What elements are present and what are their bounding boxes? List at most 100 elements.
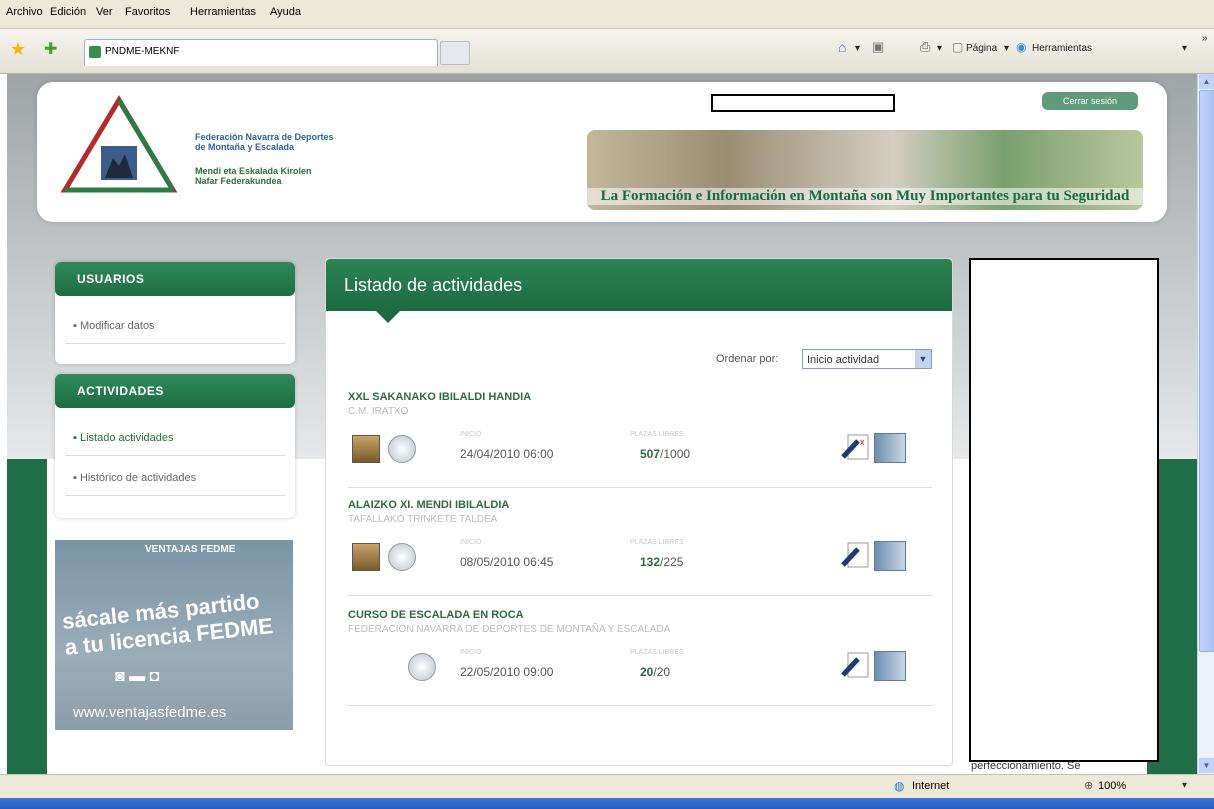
activity-title[interactable]: ALAIZKO XI. MENDI IBILALDIA — [348, 499, 509, 511]
feeds-icon[interactable]: ▣ — [872, 39, 884, 55]
menu-ver[interactable]: Ver — [96, 6, 113, 18]
status-bar: ◍ Internet ⊕ 100% ▾ — [0, 774, 1214, 799]
menu-ayuda[interactable]: Ayuda — [270, 6, 301, 18]
total-places: /20 — [653, 665, 671, 679]
activity-start-date: 22/05/2010 09:00 — [460, 665, 554, 679]
sidebar-item-label: Modificar datos — [79, 320, 155, 332]
chevron-down-icon[interactable]: ▼ — [915, 350, 931, 368]
sidebar-item-label: Histórico de actividades — [79, 472, 197, 484]
free-places: 132/225 — [640, 555, 683, 569]
total-places: /225 — [660, 555, 684, 569]
scroll-up-icon[interactable]: ▲ — [1199, 74, 1214, 89]
tools-icon: ◉ — [1016, 40, 1027, 54]
home-dropdown-icon[interactable]: ▾ — [855, 43, 860, 54]
print-dropdown-icon[interactable]: ▾ — [937, 43, 942, 54]
sort-label: Ordenar por: — [716, 353, 779, 365]
activities-panel-title: ACTIVIDADES — [55, 374, 295, 408]
activity-row: ALAIZKO XI. MENDI IBILALDIA TAFALLAKO TR… — [348, 499, 932, 596]
menu-archivo[interactable]: Archivo — [6, 6, 43, 18]
activity-list-panel: Listado de actividades Ordenar por: Inic… — [325, 258, 953, 766]
page-dropdown-icon[interactable]: ▾ — [1004, 43, 1009, 54]
ad-url: www.ventajasfedme.es — [73, 704, 227, 721]
tools-menu-button[interactable]: Herramientas — [1032, 43, 1092, 54]
home-icon[interactable]: ⌂ — [838, 39, 846, 55]
menu-herramientas[interactable]: Herramientas — [190, 6, 256, 18]
users-panel-title: USUARIOS — [55, 262, 295, 296]
ad-slogan: sácale más partido a tu licencia FEDME — [61, 587, 274, 661]
activity-start-date: 08/05/2010 06:45 — [460, 555, 554, 569]
add-favorite-icon[interactable]: ✚ — [44, 39, 57, 59]
start-label: INICIO — [460, 539, 482, 546]
logout-button[interactable]: Cerrar sesión — [1042, 92, 1138, 110]
scrollbar-thumb[interactable] — [1199, 90, 1214, 652]
register-icon[interactable] — [840, 541, 870, 569]
free-places-count: 132 — [640, 555, 661, 569]
redacted-username — [711, 94, 895, 112]
activity-row: CURSO DE ESCALADA EN ROCA FEDERACIÓN NAV… — [348, 609, 932, 706]
header-slogan: La Formación e Información en Montaña so… — [587, 188, 1143, 205]
taskbar — [0, 798, 1214, 809]
ad-icons: ◙ ▬ ◘ — [115, 668, 160, 685]
activity-info-book-icon[interactable] — [874, 541, 906, 571]
page-viewport: Federación Navarra de Deportes de Montañ… — [7, 74, 1197, 774]
sidebar-item-listado-actividades[interactable]: ▪ Listado actividades — [65, 420, 285, 456]
zoom-icon: ⊕ — [1084, 780, 1094, 792]
bullet-icon: ▪ — [73, 320, 80, 332]
fndme-logo-icon[interactable] — [59, 94, 179, 204]
sidebar-item-modificar-datos[interactable]: ▪ Modificar datos — [65, 308, 285, 344]
start-label: INICIO — [460, 431, 482, 438]
activity-start-date: 24/04/2010 06:00 — [460, 447, 554, 461]
total-places: /1000 — [660, 447, 691, 461]
fedme-advantages-ad[interactable]: VENTAJAS FEDME sácale más partido a tu l… — [55, 540, 293, 730]
federation-name-es-1: Federación Navarra de Deportes — [195, 132, 334, 142]
page-title: Listado de actividades — [326, 259, 952, 311]
sort-select[interactable]: Inicio actividad ▼ — [802, 349, 932, 369]
federation-name-eu-1: Mendi eta Eskalada Kirolen — [195, 166, 312, 176]
sidebar-item-historico-actividades[interactable]: ▪ Histórico de actividades — [65, 460, 285, 496]
federation-name-es-2: de Montaña y Escalada — [195, 142, 295, 152]
walking-icon — [388, 435, 416, 463]
hiking-photo-icon — [352, 543, 380, 571]
zoom-dropdown-icon[interactable]: ▾ — [1182, 780, 1187, 791]
page-menu-button[interactable]: Página — [966, 43, 997, 54]
browser-toolbar: ★ ✚ PNDME-MEKNF ⌂ ▾ ▣ ⎙ ▾ ▢ Página ▾ ◉ H… — [0, 29, 1214, 74]
redacted-right-column — [969, 258, 1159, 762]
hiking-photo-icon — [352, 435, 380, 463]
menu-favoritos[interactable]: Favoritos — [125, 6, 170, 18]
right-column-text: perfeccionamiento. Se — [971, 760, 1081, 772]
header-banner: La Formación e Información en Montaña so… — [587, 130, 1143, 210]
activity-info-book-icon[interactable] — [874, 651, 906, 681]
tab-title: PNDME-MEKNF — [105, 46, 180, 57]
register-icon[interactable] — [840, 651, 870, 679]
scroll-down-icon[interactable]: ▼ — [1199, 758, 1214, 773]
toolbar-overflow-icon[interactable]: » — [1202, 33, 1208, 44]
browser-tab[interactable]: PNDME-MEKNF — [84, 39, 438, 66]
new-tab-button[interactable] — [440, 41, 470, 65]
climbing-icon — [408, 653, 436, 681]
activity-title[interactable]: CURSO DE ESCALADA EN ROCA — [348, 609, 524, 621]
menu-edicion[interactable]: Edición — [50, 6, 86, 18]
activities-panel: ACTIVIDADES ▪ Listado actividades ▪ Hist… — [55, 374, 295, 518]
start-label: INICIO — [460, 649, 482, 656]
free-places-label: PLAZAS LIBRES — [630, 431, 684, 438]
print-icon[interactable]: ⎙ — [920, 39, 930, 55]
activity-row: XXL SAKANAKO IBILALDI HANDIA C.M. IRATXO… — [348, 391, 932, 488]
free-places: 507/1000 — [640, 447, 690, 461]
page-favicon-icon — [89, 46, 101, 58]
ad-title: VENTAJAS FEDME — [145, 544, 236, 555]
activity-info-book-icon[interactable] — [874, 433, 906, 463]
tools-dropdown-icon[interactable]: ▾ — [1182, 43, 1187, 54]
cancel-registration-icon[interactable]: x — [840, 433, 870, 461]
activity-organizer: FEDERACIÓN NAVARRA DE DEPORTES DE MONTAÑ… — [348, 624, 671, 635]
activity-title[interactable]: XXL SAKANAKO IBILALDI HANDIA — [348, 391, 531, 403]
free-places: 20/20 — [640, 665, 670, 679]
bullet-icon: ▪ — [73, 472, 80, 484]
federation-name-eu-2: Nafar Federakundea — [195, 176, 282, 186]
zoom-level[interactable]: 100% — [1098, 780, 1126, 792]
menu-bar: Archivo Edición Ver Favoritos Herramient… — [0, 0, 1214, 29]
internet-zone-icon: ◍ — [894, 779, 905, 793]
free-places-count: 20 — [640, 665, 654, 679]
favorites-star-icon[interactable]: ★ — [10, 39, 26, 60]
title-notch — [376, 311, 400, 323]
page-scrollbar[interactable]: ▲ ▼ — [1197, 74, 1214, 774]
